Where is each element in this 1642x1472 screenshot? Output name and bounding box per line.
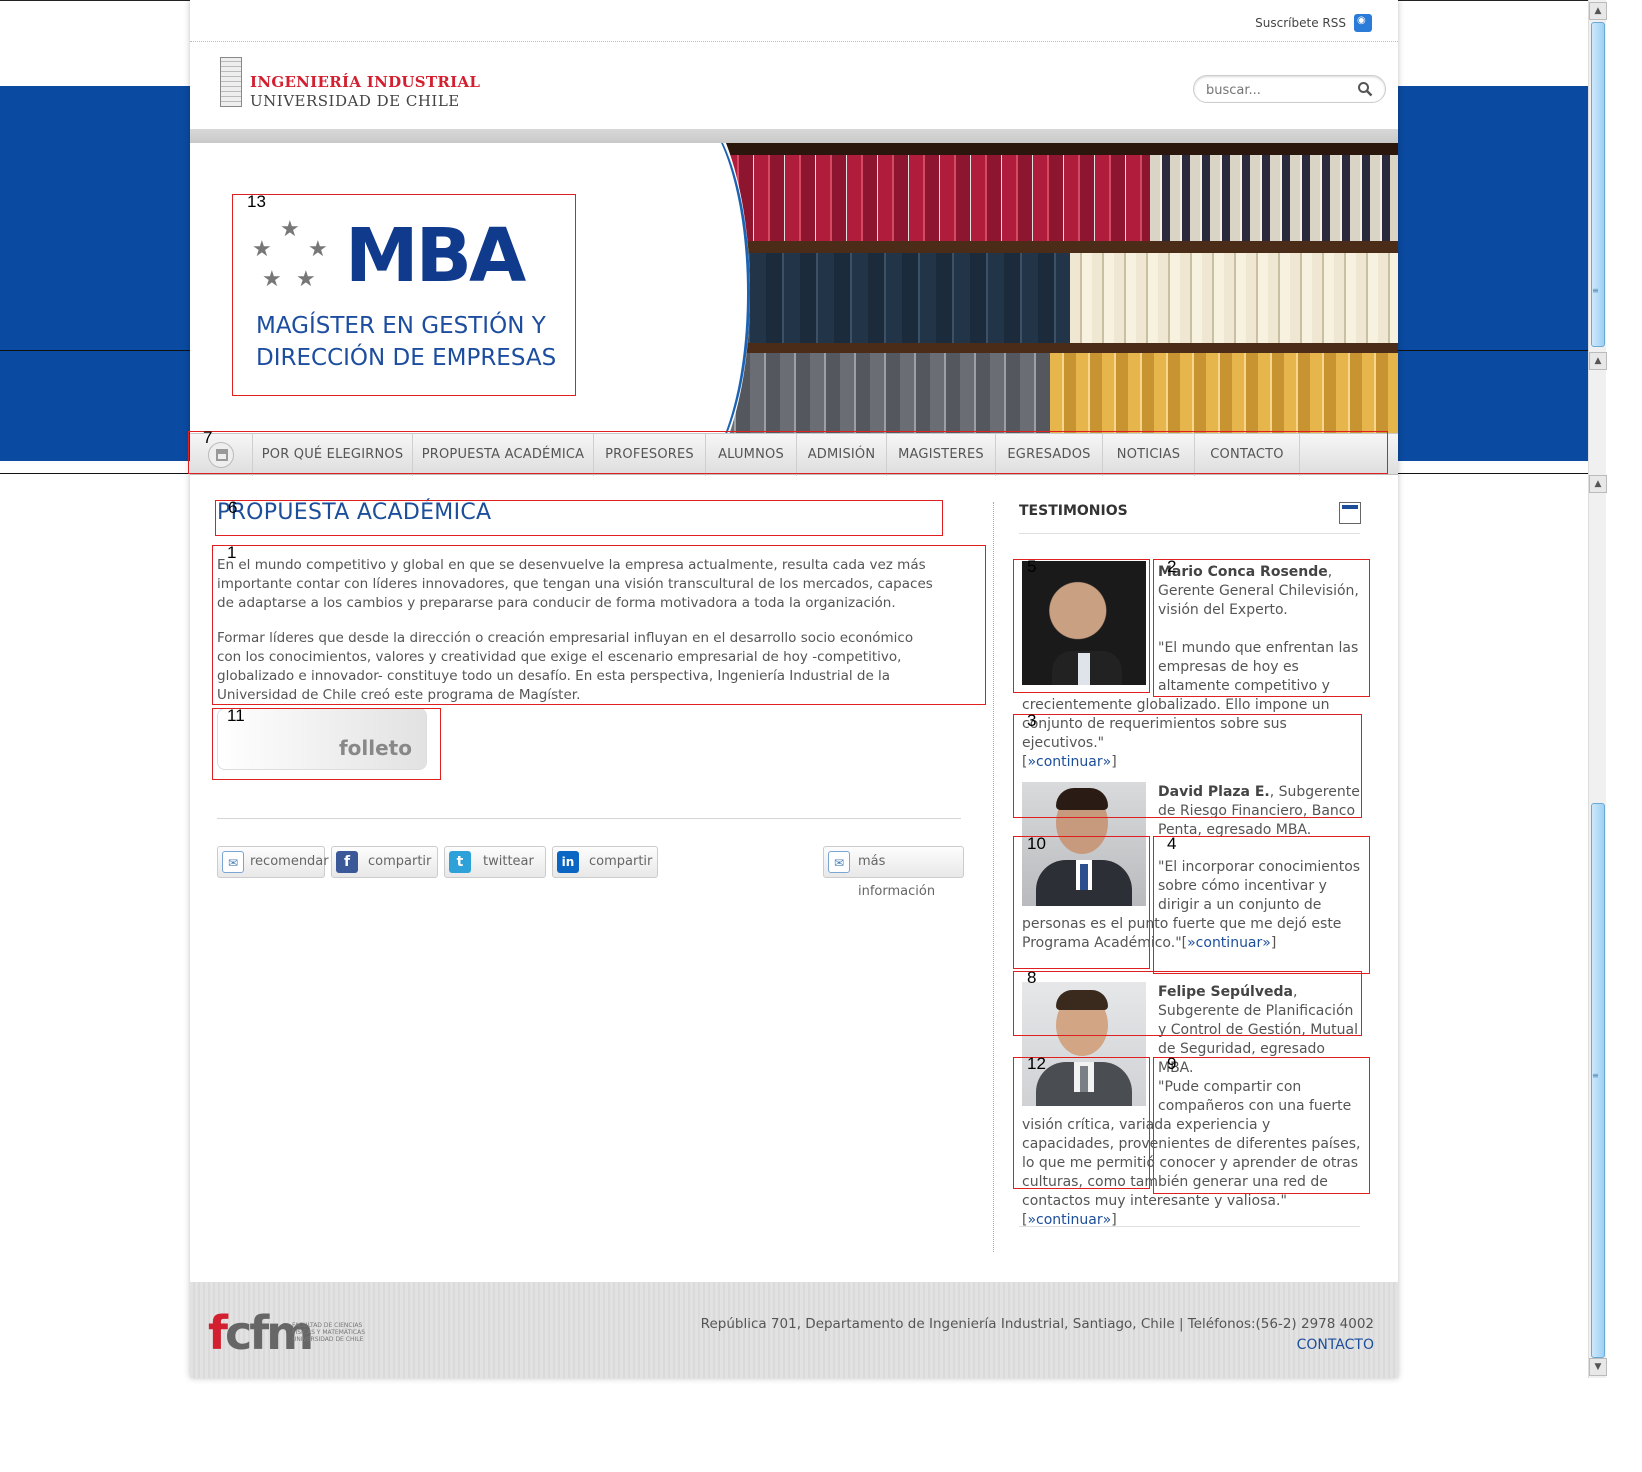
- search-input[interactable]: [1206, 81, 1356, 99]
- nav-item-egresados[interactable]: EGRESADOS: [995, 434, 1102, 476]
- search-box: [1193, 75, 1386, 103]
- hero-banner: ★ ★ ★ ★ ★ MBA MAGÍSTER EN GESTIÓN Y DIRE…: [190, 143, 1398, 433]
- star-icon: ★: [262, 267, 282, 292]
- rss-link[interactable]: Suscríbete RSS: [1255, 16, 1346, 30]
- content-divider: [217, 818, 961, 819]
- linkedin-icon: in: [557, 851, 579, 873]
- intro-paragraph: En el mundo competitivo y global en que …: [217, 557, 933, 611]
- more-info-button[interactable]: ✉ más información: [823, 846, 964, 899]
- scrollbar[interactable]: ▲ ≡ ▼: [1588, 473, 1607, 1378]
- testimonial-photo-david[interactable]: [1022, 782, 1146, 906]
- testimonial-name: Mario Conca Rosende: [1158, 564, 1328, 580]
- continue-link[interactable]: »continuar»: [1027, 754, 1111, 770]
- page-title: PROPUESTA ACADÉMICA: [217, 500, 492, 525]
- twitter-icon: t: [449, 851, 471, 873]
- testimonials-title: TESTIMONIOS: [1019, 503, 1128, 519]
- scroll-up-button[interactable]: ▲: [1589, 2, 1607, 20]
- star-icon: ★: [308, 237, 328, 262]
- scrollbar[interactable]: ▲: [1588, 350, 1607, 473]
- footer-address: República 701, Departamento de Ingenierí…: [700, 1316, 1374, 1332]
- scroll-thumb[interactable]: [1591, 803, 1605, 1358]
- mba-subtitle-line2: DIRECCIÓN DE EMPRESAS: [256, 345, 557, 371]
- rss-feed-icon[interactable]: [1339, 502, 1361, 524]
- column-separator: [993, 502, 994, 1252]
- testimonial-quote-continued: visión crítica, variada experiencia y ca…: [1022, 1117, 1361, 1228]
- mission-paragraph: Formar líderes que desde la dirección o …: [217, 630, 914, 703]
- grip-icon: ≡: [1592, 1071, 1599, 1080]
- testimonial-quote: "El incorporar conocimientos sobre cómo …: [1158, 859, 1361, 913]
- grip-icon: ≡: [1592, 286, 1599, 295]
- sidebar-divider: [1019, 1226, 1360, 1227]
- nav-item-admision[interactable]: ADMISIÓN: [796, 434, 886, 476]
- nav-item-contacto[interactable]: CONTACTO: [1194, 434, 1300, 476]
- mba-subtitle-line1: MAGÍSTER EN GESTIÓN Y: [256, 313, 546, 339]
- nav-item-propuesta-academica[interactable]: PROPUESTA ACADÉMICA: [412, 434, 593, 476]
- scroll-down-button[interactable]: ▼: [1589, 1358, 1607, 1376]
- rss-icon[interactable]: ◉: [1354, 14, 1372, 32]
- testimonial-photo-mario[interactable]: [1022, 561, 1146, 685]
- testimonial-quote: "El mundo que enfrentan las empresas de …: [1158, 640, 1359, 694]
- linkedin-share-label: compartir: [589, 854, 653, 869]
- testimonial-quote-text: personas es el punto fuerte que me dejó …: [1022, 916, 1342, 951]
- scroll-up-button[interactable]: ▲: [1589, 352, 1607, 370]
- nav-item-por-que-elegirnos[interactable]: POR QUÉ ELEGIRNOS: [252, 434, 412, 476]
- header-divider: [190, 129, 1398, 143]
- facebook-icon: f: [336, 851, 358, 873]
- testimonial-intro: David Plaza E., Subgerente de Riesgo Fin…: [1158, 783, 1364, 840]
- logo-title[interactable]: INGENIERÍA INDUSTRIAL: [250, 73, 480, 91]
- folleto-label: folleto: [338, 736, 412, 760]
- mail-icon: ✉: [828, 851, 850, 873]
- mba-logo[interactable]: ★ ★ ★ ★ ★ MBA MAGÍSTER EN GESTIÓN Y DIRE…: [240, 193, 570, 393]
- scroll-thumb[interactable]: [1591, 22, 1605, 347]
- search-icon[interactable]: [1357, 81, 1373, 97]
- site-footer: fcfm FACULTAD DE CIENCIAS FÍSICAS Y MATE…: [190, 1282, 1398, 1378]
- nav-item-magisteres[interactable]: MAGISTERES: [886, 434, 995, 476]
- nav-item-alumnos[interactable]: ALUMNOS: [705, 434, 796, 476]
- facebook-share-button[interactable]: f compartir: [331, 846, 438, 878]
- testimonial-quote-text: crecientemente globalizado. Ello impone …: [1022, 697, 1330, 751]
- top-bar: Suscríbete RSS ◉: [190, 0, 1398, 42]
- testimonial-quote-text: visión crítica, variada experiencia y ca…: [1022, 1117, 1361, 1209]
- download-brochure-button[interactable]: folleto: [217, 708, 427, 770]
- recommend-label: recomendar: [250, 854, 329, 869]
- star-icon: ★: [296, 267, 316, 292]
- continue-link[interactable]: »continuar»: [1187, 935, 1271, 951]
- twitter-share-button[interactable]: t twittear: [444, 846, 546, 878]
- testimonial-name: David Plaza E.: [1158, 784, 1270, 800]
- twitter-share-label: twittear: [483, 854, 534, 869]
- main-navigation: POR QUÉ ELEGIRNOS PROPUESTA ACADÉMICA PR…: [190, 433, 1398, 476]
- testimonial-quote: "Pude compartir con compañeros con una f…: [1158, 1079, 1352, 1114]
- sidebar-divider: [1019, 533, 1360, 534]
- facebook-share-label: compartir: [368, 854, 432, 869]
- mba-title: MBA: [345, 213, 526, 299]
- page-container: Suscríbete RSS ◉ INGENIERÍA INDUSTRIAL U…: [190, 0, 1398, 1378]
- footer-contact-link[interactable]: CONTACTO: [1297, 1337, 1374, 1353]
- testimonial-intro: Felipe Sepúlveda, Subgerente de Planific…: [1158, 983, 1364, 1078]
- linkedin-share-button[interactable]: in compartir: [552, 846, 658, 878]
- logo-subtitle[interactable]: UNIVERSIDAD DE CHILE: [250, 92, 460, 110]
- fcfm-logo-caption: FACULTAD DE CIENCIAS FÍSICAS Y MATEMÁTIC…: [292, 1322, 366, 1343]
- scrollbar[interactable]: ▲ ≡: [1588, 0, 1607, 350]
- banner-curve-line: [610, 143, 750, 433]
- home-icon[interactable]: [208, 442, 234, 468]
- more-info-label: más información: [858, 854, 936, 899]
- recommend-button[interactable]: ✉ recomendar: [217, 846, 329, 878]
- testimonial-quote-continued: personas es el punto fuerte que me dejó …: [1022, 916, 1342, 951]
- testimonial-intro: Mario Conca Rosende, Gerente General Chi…: [1158, 563, 1364, 620]
- testimonial-quote-continued: crecientemente globalizado. Ello impone …: [1022, 697, 1330, 770]
- star-icon: ★: [252, 237, 272, 262]
- mail-icon: ✉: [222, 851, 244, 873]
- nav-item-noticias[interactable]: NOTICIAS: [1102, 434, 1194, 476]
- scroll-up-button[interactable]: ▲: [1589, 475, 1607, 493]
- site-header: INGENIERÍA INDUSTRIAL UNIVERSIDAD DE CHI…: [190, 43, 1398, 129]
- star-icon: ★: [280, 217, 300, 242]
- university-crest-icon[interactable]: [220, 57, 242, 107]
- testimonial-name: Felipe Sepúlveda: [1158, 984, 1293, 1000]
- nav-item-profesores[interactable]: PROFESORES: [593, 434, 705, 476]
- testimonial-photo-felipe[interactable]: [1022, 982, 1146, 1106]
